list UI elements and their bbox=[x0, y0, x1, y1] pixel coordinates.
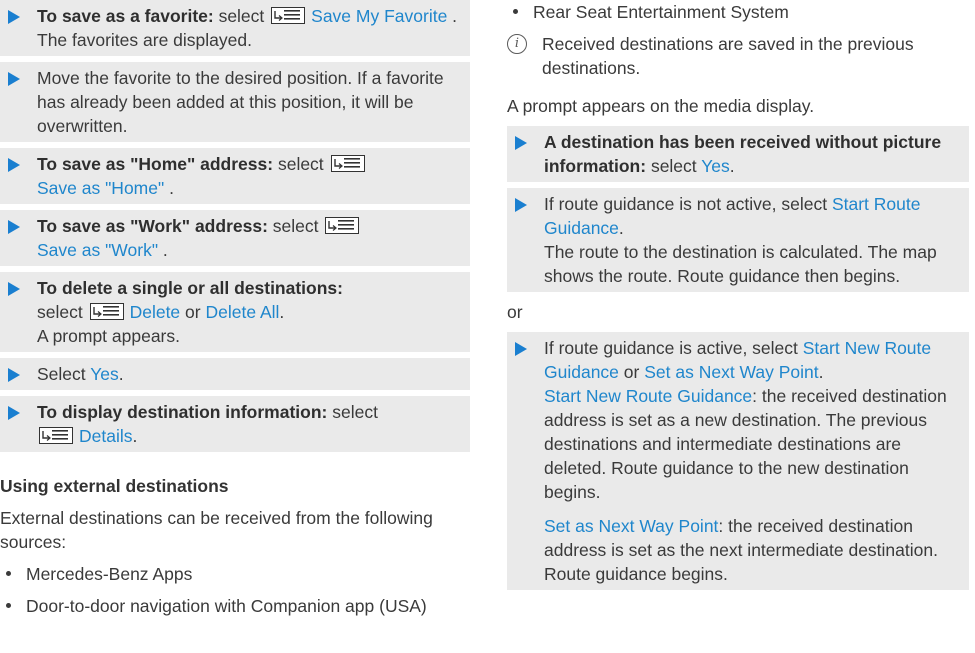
step-label: To display destination information: bbox=[37, 402, 328, 422]
step-label: A destination has been received without … bbox=[544, 132, 942, 176]
step-arrow-icon bbox=[8, 220, 20, 234]
info-note: i Received destinations are saved in the… bbox=[507, 32, 969, 80]
step-arrow-icon bbox=[8, 406, 20, 420]
details-link[interactable]: Details bbox=[79, 426, 133, 446]
step-save-work: To save as "Work" address: select Save a… bbox=[0, 210, 470, 266]
list-item: Mercedes-Benz Apps bbox=[0, 562, 470, 586]
or-separator: or bbox=[507, 302, 523, 322]
menu-list-icon bbox=[330, 155, 365, 172]
step-route-active: If route guidance is active, select Star… bbox=[507, 332, 969, 590]
step-display-info: To display destination information: sele… bbox=[0, 396, 470, 452]
step-arrow-icon bbox=[8, 72, 20, 86]
step-arrow-icon bbox=[515, 198, 527, 212]
step-label: To save as "Home" address: bbox=[37, 154, 274, 174]
sources-list-continued: Rear Seat Entertainment System bbox=[507, 0, 969, 24]
bullet-icon bbox=[6, 571, 11, 576]
list-item: Door-to-door navigation with Companion a… bbox=[0, 594, 470, 618]
step-result: A prompt appears. bbox=[37, 326, 180, 346]
right-column: Rear Seat Entertainment System i Receive… bbox=[507, 0, 969, 596]
left-column: To save as a favorite: select Save My Fa… bbox=[0, 0, 470, 626]
sources-list: Mercedes-Benz Apps Door-to-door navigati… bbox=[0, 562, 470, 618]
delete-link[interactable]: Delete bbox=[130, 302, 181, 322]
step-arrow-icon bbox=[515, 136, 527, 150]
step-arrow-icon bbox=[8, 282, 20, 296]
step-select-yes: Select Yes. bbox=[0, 358, 470, 390]
save-as-work-link[interactable]: Save as "Work" bbox=[37, 240, 158, 260]
step-result: The favorites are displayed. bbox=[37, 30, 252, 50]
section-intro: External destinations can be received fr… bbox=[0, 508, 433, 552]
menu-list-icon bbox=[89, 303, 124, 320]
set-as-next-way-point-term: Set as Next Way Point bbox=[544, 516, 719, 536]
bullet-icon bbox=[6, 603, 11, 608]
step-arrow-icon bbox=[8, 368, 20, 382]
menu-list-icon bbox=[325, 217, 360, 234]
step-arrow-icon bbox=[515, 342, 527, 356]
bullet-icon bbox=[513, 9, 518, 14]
step-label: To delete a single or all destinations: bbox=[37, 278, 343, 298]
step-save-home: To save as "Home" address: select Save a… bbox=[0, 148, 470, 204]
menu-list-icon bbox=[39, 427, 73, 444]
step-label: To save as a favorite: bbox=[37, 6, 214, 26]
section-heading: Using external destinations bbox=[0, 476, 229, 496]
step-received-no-picture: A destination has been received without … bbox=[507, 126, 969, 182]
prompt-text: A prompt appears on the media display. bbox=[507, 96, 815, 116]
info-icon: i bbox=[507, 34, 527, 54]
step-result: The route to the destination is calculat… bbox=[544, 242, 937, 286]
set-as-next-way-point-link[interactable]: Set as Next Way Point bbox=[644, 362, 818, 382]
step-move-favorite: Move the favorite to the desired positio… bbox=[0, 62, 470, 142]
step-label: To save as "Work" address: bbox=[37, 216, 268, 236]
step-delete-destinations: To delete a single or all destinations: … bbox=[0, 272, 470, 352]
step-start-route-guidance: If route guidance is not active, select … bbox=[507, 188, 969, 292]
save-my-favorite-link[interactable]: Save My Favorite bbox=[311, 6, 447, 26]
info-text: Received destinations are saved in the p… bbox=[542, 34, 914, 78]
step-save-favorite: To save as a favorite: select Save My Fa… bbox=[0, 0, 470, 56]
list-item: Rear Seat Entertainment System bbox=[507, 0, 969, 24]
yes-link[interactable]: Yes bbox=[701, 156, 730, 176]
step-arrow-icon bbox=[8, 10, 20, 24]
yes-link[interactable]: Yes bbox=[90, 364, 119, 384]
step-arrow-icon bbox=[8, 158, 20, 172]
menu-list-icon bbox=[271, 7, 306, 24]
step-text: Move the favorite to the desired positio… bbox=[37, 68, 444, 136]
start-new-route-guidance-term: Start New Route Guidance bbox=[544, 386, 753, 406]
delete-all-link[interactable]: Delete All bbox=[205, 302, 279, 322]
save-as-home-link[interactable]: Save as "Home" bbox=[37, 178, 164, 198]
